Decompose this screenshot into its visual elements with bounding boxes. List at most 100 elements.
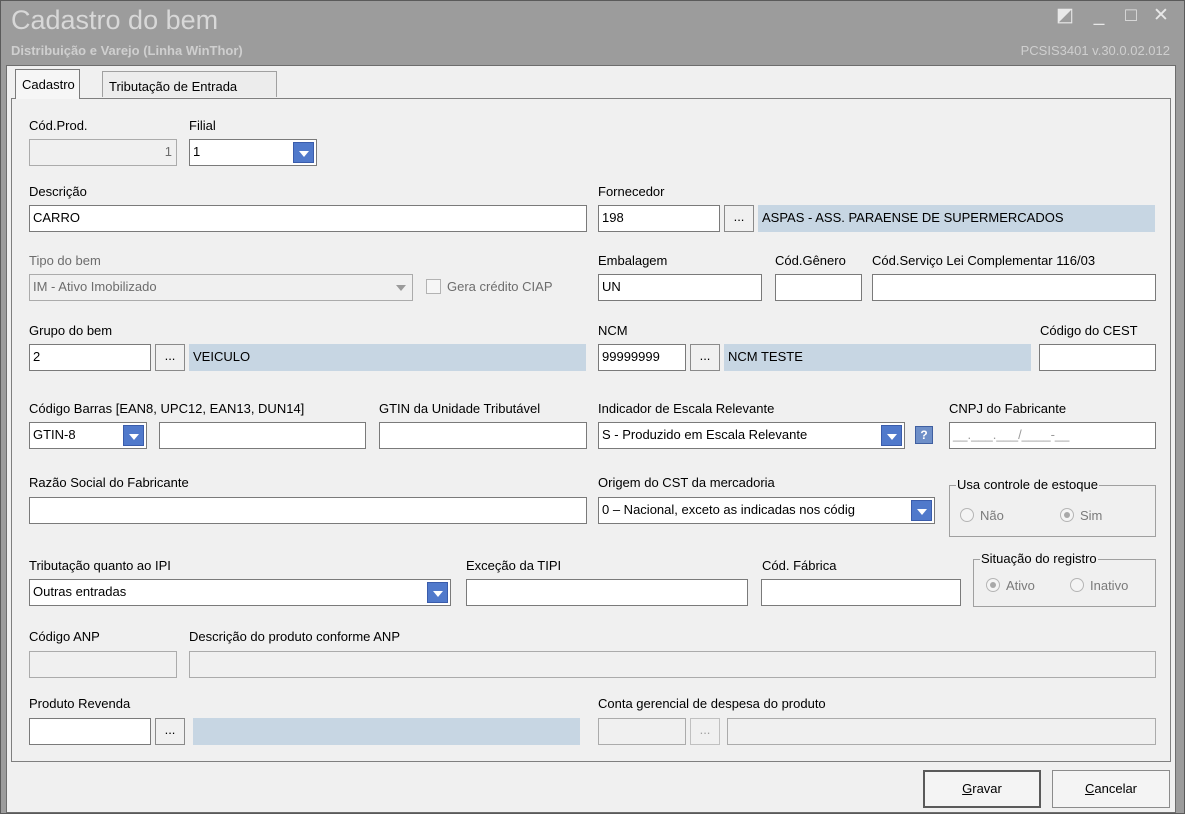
codigo-barras-type-select[interactable]: GTIN-8	[29, 422, 147, 449]
gravar-button[interactable]: Gravar	[923, 770, 1041, 808]
descricao-input[interactable]: CARRO	[29, 205, 587, 232]
indicador-escala-label: Indicador de Escala Relevante	[598, 401, 775, 416]
razao-social-label: Razão Social do Fabricante	[29, 475, 189, 490]
situacao-inativo-label: Inativo	[1090, 578, 1129, 593]
tab-tributacao-entrada[interactable]: Tributação de Entrada	[102, 71, 277, 97]
filial-select[interactable]: 1	[189, 139, 317, 166]
tributacao-ipi-label: Tributação quanto ao IPI	[29, 558, 171, 573]
gera-credito-checkbox	[426, 279, 441, 294]
gravar-label: ravar	[972, 781, 1002, 796]
maximize-icon[interactable]: □	[1120, 4, 1142, 28]
descricao-anp-label: Descrição do produto conforme ANP	[189, 629, 400, 644]
chevron-down-icon[interactable]	[123, 425, 144, 446]
minimize-icon[interactable]: _	[1088, 4, 1110, 28]
cancelar-accel: C	[1084, 781, 1095, 796]
fornecedor-label: Fornecedor	[598, 184, 665, 199]
help-icon[interactable]: ?	[915, 426, 933, 444]
cod-genero-label: Cód.Gênero	[775, 253, 846, 268]
gravar-accel: G	[962, 781, 973, 796]
window-subtitle: Distribuição e Varejo (Linha WinThor)	[11, 43, 243, 58]
cnpj-fabricante-label: CNPJ do Fabricante	[949, 401, 1067, 416]
client-area: Cadastro Tributação de Entrada Cód.Prod.…	[6, 65, 1176, 813]
fornecedor-search-button[interactable]: ...	[724, 205, 754, 232]
situacao-registro-title: Situação do registro	[980, 551, 1098, 566]
codigo-barras-type-value: GTIN-8	[33, 427, 76, 442]
cod-prod-field: 1	[29, 139, 177, 166]
controle-estoque-nao-radio	[960, 508, 974, 522]
produto-revenda-code-input[interactable]	[29, 718, 151, 745]
cadastro-panel: Cód.Prod. 1 Filial 1 Descrição CARRO For…	[11, 98, 1171, 762]
cod-servico-label: Cód.Serviço Lei Complementar 116/03	[872, 253, 1096, 268]
codigo-cest-label: Código do CEST	[1040, 323, 1138, 338]
produto-revenda-name-field	[193, 718, 580, 745]
tab-cadastro[interactable]: Cadastro	[15, 69, 80, 99]
chevron-down-icon[interactable]	[293, 142, 314, 163]
tipo-bem-value: IM - Ativo Imobilizado	[33, 279, 157, 294]
window-title: Cadastro do bem	[11, 5, 219, 35]
ncm-search-button[interactable]: ...	[690, 344, 720, 371]
ncm-code-input[interactable]: 99999999	[598, 344, 686, 371]
conta-gerencial-search-button: ...	[690, 718, 720, 745]
situacao-registro-group: Situação do registro Ativo Inativo	[973, 551, 1156, 607]
grupo-bem-code-input[interactable]: 2	[29, 344, 151, 371]
embalagem-input[interactable]: UN	[598, 274, 762, 301]
gera-credito-label: Gera crédito CIAP	[447, 279, 553, 294]
ncm-name-field: NCM TESTE	[724, 344, 1031, 371]
grupo-bem-label: Grupo do bem	[29, 323, 113, 338]
cod-servico-input[interactable]	[872, 274, 1156, 301]
cod-fabrica-input[interactable]	[761, 579, 961, 606]
conta-gerencial-label: Conta gerencial de despesa do produto	[598, 696, 826, 711]
cod-genero-input[interactable]	[775, 274, 862, 301]
gtin-label: GTIN da Unidade Tributável	[379, 401, 541, 416]
grupo-bem-search-button[interactable]: ...	[155, 344, 185, 371]
gtin-input[interactable]	[379, 422, 587, 449]
close-icon[interactable]: ✕	[1150, 4, 1172, 28]
embalagem-label: Embalagem	[598, 253, 668, 268]
situacao-inativo-radio	[1070, 578, 1084, 592]
conta-gerencial-code-field	[598, 718, 686, 745]
cnpj-fabricante-input[interactable]: __.___.___/____-__	[949, 422, 1156, 449]
filial-label: Filial	[189, 118, 216, 133]
controle-estoque-nao-label: Não	[980, 508, 1004, 523]
conta-gerencial-name-field	[727, 718, 1156, 745]
chevron-down-icon[interactable]	[911, 500, 932, 521]
origem-cst-label: Origem do CST da mercadoria	[598, 475, 775, 490]
situacao-ativo-radio	[986, 578, 1000, 592]
cancelar-button[interactable]: Cancelar	[1052, 770, 1170, 808]
controle-estoque-sim-radio	[1060, 508, 1074, 522]
fornecedor-code-input[interactable]: 198	[598, 205, 720, 232]
tributacao-ipi-select[interactable]: Outras entradas	[29, 579, 451, 606]
tributacao-ipi-value: Outras entradas	[33, 584, 127, 599]
produto-revenda-label: Produto Revenda	[29, 696, 131, 711]
cancelar-label: ancelar	[1094, 781, 1138, 796]
origem-cst-select[interactable]: 0 – Nacional, exceto as indicadas nos có…	[598, 497, 935, 524]
cod-fabrica-label: Cód. Fábrica	[762, 558, 837, 573]
main-window: Cadastro do bem Distribuição e Varejo (L…	[0, 0, 1185, 814]
codigo-barras-input[interactable]	[159, 422, 366, 449]
controle-estoque-sim-label: Sim	[1080, 508, 1103, 523]
excecao-tipi-input[interactable]	[466, 579, 748, 606]
chevron-down-icon[interactable]	[427, 582, 448, 603]
cod-prod-label: Cód.Prod.	[29, 118, 88, 133]
restore-icon[interactable]: ◩	[1054, 4, 1076, 28]
situacao-ativo-label: Ativo	[1006, 578, 1035, 593]
codigo-anp-label: Código ANP	[29, 629, 100, 644]
indicador-escala-select[interactable]: S - Produzido em Escala Relevante	[598, 422, 905, 449]
grupo-bem-name-field: VEICULO	[189, 344, 586, 371]
razao-social-input[interactable]	[29, 497, 587, 524]
chevron-down-icon[interactable]	[881, 425, 902, 446]
tipo-bem-select: IM - Ativo Imobilizado	[29, 274, 413, 301]
codigo-cest-input[interactable]	[1039, 344, 1156, 371]
tipo-bem-label: Tipo do bem	[29, 253, 101, 268]
indicador-escala-value: S - Produzido em Escala Relevante	[602, 427, 808, 442]
excecao-tipi-label: Exceção da TIPI	[466, 558, 562, 573]
chevron-down-icon	[396, 285, 406, 291]
produto-revenda-search-button[interactable]: ...	[155, 718, 185, 745]
origem-cst-value: 0 – Nacional, exceto as indicadas nos có…	[602, 502, 855, 517]
fornecedor-name-field: ASPAS - ASS. PARAENSE DE SUPERMERCADOS	[758, 205, 1155, 232]
controle-estoque-title: Usa controle de estoque	[956, 477, 1099, 492]
ncm-label: NCM	[598, 323, 628, 338]
descricao-anp-field	[189, 651, 1156, 678]
descricao-label: Descrição	[29, 184, 87, 199]
codigo-barras-label: Código Barras [EAN8, UPC12, EAN13, DUN14…	[29, 401, 305, 416]
